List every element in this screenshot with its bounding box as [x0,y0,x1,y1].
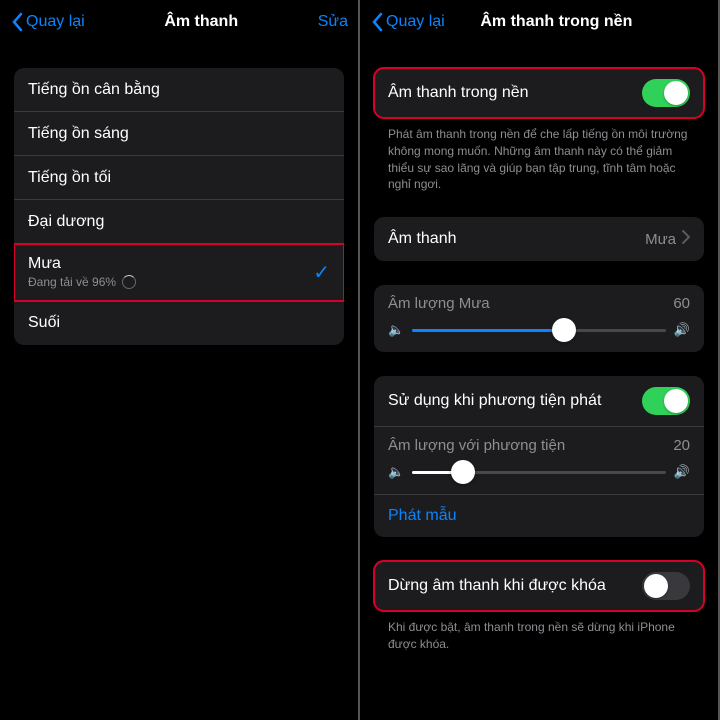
stop-when-locked-row[interactable]: Dừng âm thanh khi được khóa [374,561,704,611]
sound-list: Tiếng ồn cân bằng Tiếng ồn sáng Tiếng ồn t… [14,68,344,345]
sound-label: Tiếng ồn sáng [28,125,330,143]
use-with-media-toggle[interactable] [642,387,690,415]
background-sound-desc: Phát âm thanh trong nền để che lấp tiếng… [374,118,704,193]
sound-row[interactable]: Tiếng ồn sáng [14,112,344,156]
media-volume-slider[interactable]: 🔈 🔊 [388,464,690,480]
sound-row[interactable]: Đại dương [14,200,344,244]
toggle-label: Sử dụng khi phương tiện phát [388,392,642,410]
nav-bar: Quay lại Âm thanh Sửa [0,0,358,44]
sound-row[interactable]: Tiếng ồn tối [14,156,344,200]
sound-select-group: Âm thanh Mưa [374,217,704,261]
back-button[interactable]: Quay lại [10,12,85,32]
sound-label: Mưa [28,255,313,273]
speaker-low-icon: 🔈 [388,322,404,338]
play-sample-button[interactable]: Phát mẫu [374,495,704,537]
speaker-high-icon: 🔊 [674,464,690,480]
background-sound-row[interactable]: Âm thanh trong nền [374,68,704,118]
sound-select-row[interactable]: Âm thanh Mưa [374,217,704,261]
sound-row[interactable]: Mưa Đang tải về 96%✓ [14,244,344,301]
media-group: Sử dụng khi phương tiện phát Âm lượng vớ… [374,376,704,537]
row-label: Âm thanh [388,230,645,248]
stop-when-locked-desc: Khi được bật, âm thanh trong nền sẽ dừng… [374,611,704,653]
sound-row[interactable]: Tiếng ồn cân bằng [14,68,344,112]
sound-label: Đại dương [28,213,330,231]
volume-group: Âm lượng Mưa 60 🔈 🔊 [374,285,704,352]
toggle-label: Dừng âm thanh khi được khóa [388,577,642,595]
back-button[interactable]: Quay lại [370,12,445,32]
media-volume-value: 20 [673,437,690,454]
back-label: Quay lại [26,13,85,31]
stop-when-locked-toggle[interactable] [642,572,690,600]
volume-label: Âm lượng Mưa [388,295,490,312]
media-volume-row: Âm lượng với phương tiện 20 🔈 🔊 [374,427,704,495]
background-sound-pane: Quay lại Âm thanh trong nền Âm thanh tro… [360,0,720,720]
page-title: Âm thanh [85,13,318,31]
sound-label: Tiếng ồn cân bằng [28,81,330,99]
use-with-media-row[interactable]: Sử dụng khi phương tiện phát [374,376,704,427]
spinner-icon [122,275,136,289]
volume-row: Âm lượng Mưa 60 🔈 🔊 [374,285,704,352]
sound-list-pane: Quay lại Âm thanh Sửa Tiếng ồn cân bằngT… [0,0,360,720]
nav-bar: Quay lại Âm thanh trong nền [360,0,718,44]
chevron-left-icon [370,12,384,32]
stop-when-locked-group: Dừng âm thanh khi được khóa [374,561,704,611]
edit-button[interactable]: Sửa [318,13,348,31]
background-sound-toggle[interactable] [642,79,690,107]
download-status: Đang tải về 96% [28,275,313,289]
media-volume-label: Âm lượng với phương tiện [388,437,565,454]
volume-slider[interactable]: 🔈 🔊 [388,322,690,338]
chevron-left-icon [10,12,24,32]
checkmark-icon: ✓ [313,260,330,285]
speaker-low-icon: 🔈 [388,464,404,480]
sound-label: Suối [28,314,330,332]
sound-row[interactable]: Suối [14,301,344,345]
chevron-right-icon [682,230,690,249]
toggle-label: Âm thanh trong nền [388,84,642,102]
sound-label: Tiếng ồn tối [28,169,330,187]
speaker-high-icon: 🔊 [674,322,690,338]
page-title: Âm thanh trong nền [445,13,668,31]
row-value: Mưa [645,231,676,248]
background-sound-toggle-group: Âm thanh trong nền [374,68,704,118]
volume-value: 60 [673,295,690,312]
back-label: Quay lại [386,13,445,31]
